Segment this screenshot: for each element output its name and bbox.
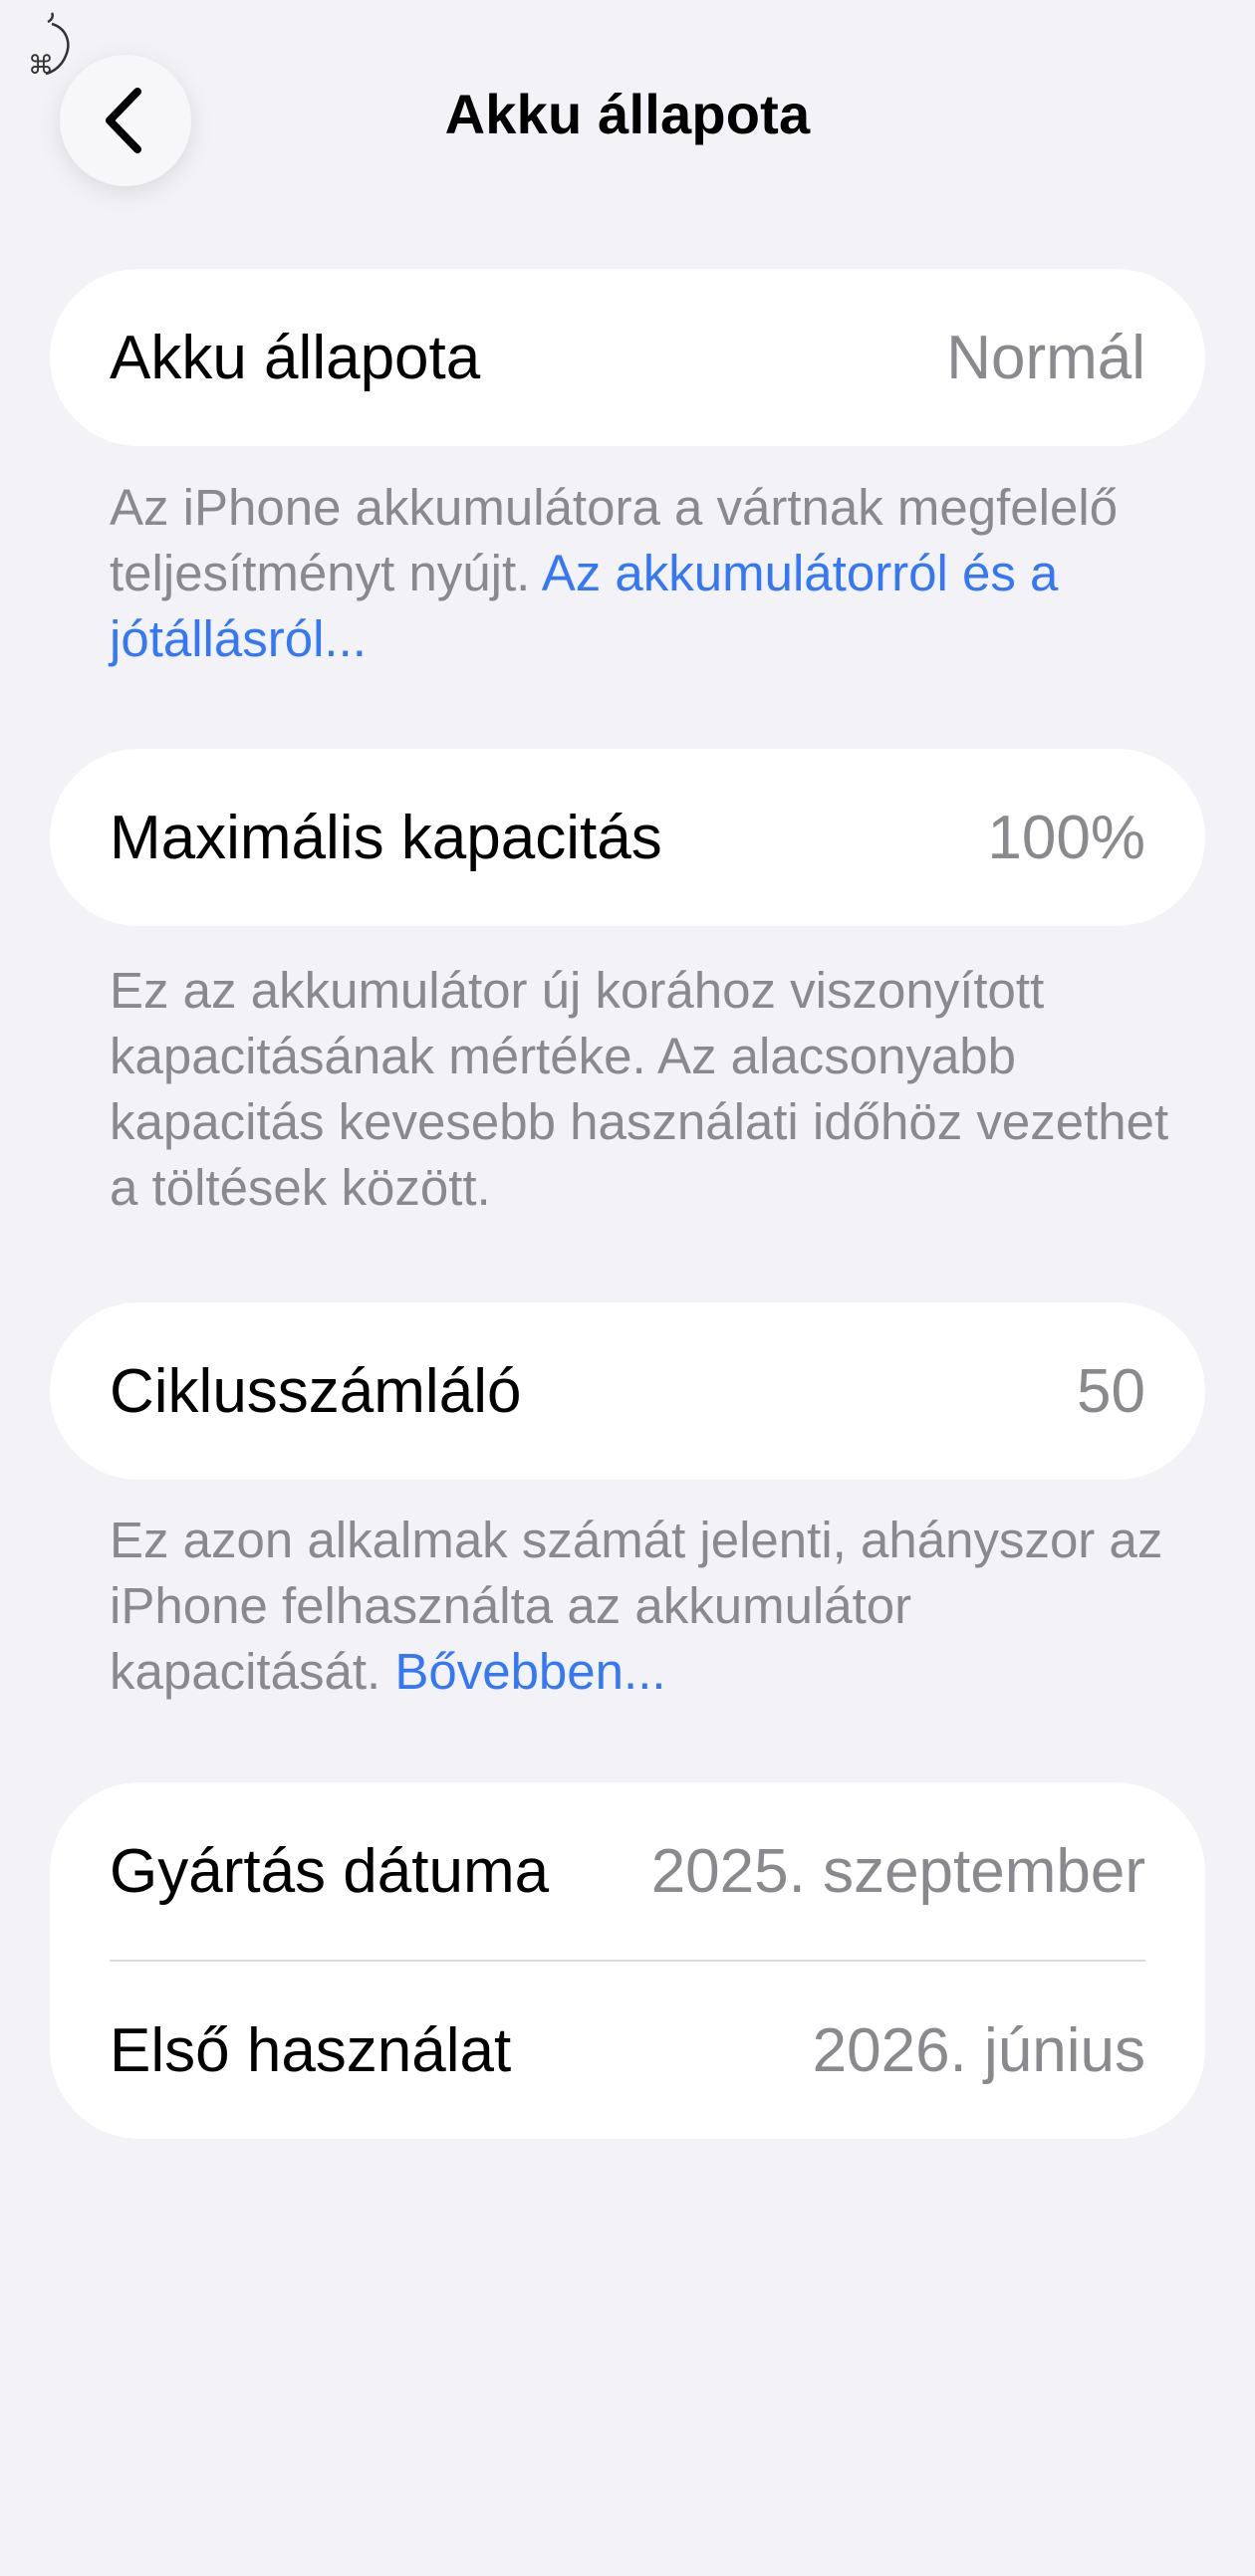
battery-health-label: Akku állapota — [110, 323, 481, 392]
cycle-count-label: Ciklusszámláló — [110, 1356, 522, 1426]
first-use-value: 2026. június — [812, 2015, 1145, 2085]
first-use-label: Első használat — [110, 2015, 512, 2085]
manufacture-date-value: 2025. szeptember — [650, 1836, 1145, 1906]
battery-health-row: Akku állapota Normál — [50, 269, 1205, 446]
first-use-row: Első használat 2026. június — [50, 1962, 1205, 2139]
maximum-capacity-value: 100% — [987, 803, 1145, 872]
battery-health-card: Akku állapota Normál — [50, 269, 1205, 446]
command-key-icon: ⌘ — [28, 12, 70, 80]
cycle-count-card: Ciklusszámláló 50 — [50, 1302, 1205, 1480]
maximum-capacity-note-text: Ez az akkumulátor új korához viszonyítot… — [110, 962, 1169, 1216]
cycle-count-note: Ez azon alkalmak számát jelenti, ahánysz… — [110, 1508, 1185, 1705]
dates-card: Gyártás dátuma 2025. szeptember Első has… — [50, 1782, 1205, 2139]
cycle-count-value: 50 — [1077, 1356, 1145, 1426]
maximum-capacity-row: Maximális kapacitás 100% — [50, 749, 1205, 926]
maximum-capacity-card: Maximális kapacitás 100% — [50, 749, 1205, 926]
learn-more-link[interactable]: Bővebben... — [394, 1643, 665, 1700]
manufacture-date-row: Gyártás dátuma 2025. szeptember — [50, 1782, 1205, 1960]
cycle-count-row: Ciklusszámláló 50 — [50, 1302, 1205, 1480]
maximum-capacity-label: Maximális kapacitás — [110, 803, 662, 872]
svg-text:⌘: ⌘ — [28, 51, 54, 80]
battery-health-value: Normál — [946, 323, 1145, 392]
page-title: Akku állapota — [444, 83, 811, 145]
battery-health-note: Az iPhone akkumulátora a vártnak megfele… — [110, 475, 1185, 672]
manufacture-date-label: Gyártás dátuma — [110, 1836, 550, 1906]
maximum-capacity-note: Ez az akkumulátor új korához viszonyítot… — [110, 958, 1185, 1221]
